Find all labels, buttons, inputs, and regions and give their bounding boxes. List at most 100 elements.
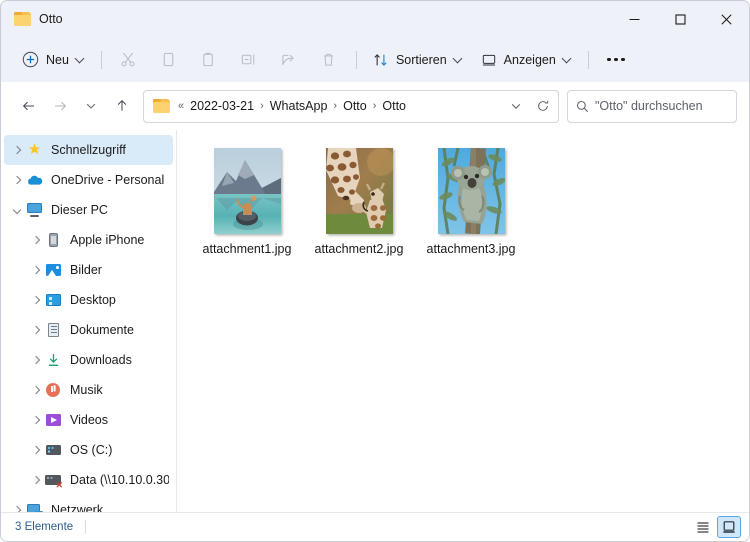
sidebar-item-dokumente[interactable]: Dokumente bbox=[4, 315, 173, 345]
breadcrumb-item-1[interactable]: WhatsApp bbox=[265, 96, 333, 116]
sidebar-item-desktop[interactable]: Desktop bbox=[4, 285, 173, 315]
refresh-button[interactable] bbox=[529, 93, 556, 120]
expand-arrow-icon[interactable] bbox=[7, 507, 26, 513]
title-bar: Otto bbox=[1, 1, 749, 37]
sidebar-item-label: Schnellzugriff bbox=[51, 143, 126, 157]
network-drive-icon: ✕ bbox=[45, 472, 63, 490]
up-button[interactable] bbox=[106, 91, 137, 122]
share-button[interactable] bbox=[269, 44, 309, 75]
thumbnail-container bbox=[207, 146, 287, 234]
list-view-button[interactable] bbox=[691, 516, 715, 538]
search-input-placeholder: "Otto" durchsuchen bbox=[595, 99, 703, 113]
download-icon bbox=[45, 352, 62, 368]
share-icon bbox=[282, 54, 295, 65]
toolbar-divider-3 bbox=[587, 50, 589, 69]
sidebar-item-data-network-drive[interactable]: ✕ Data (\\10.10.0.30) (Z bbox=[4, 465, 173, 495]
expand-arrow-icon[interactable] bbox=[7, 147, 26, 154]
network-icon bbox=[26, 502, 43, 512]
breadcrumb-item-3[interactable]: Otto bbox=[377, 96, 411, 116]
sidebar-item-netzwerk[interactable]: Netzwerk bbox=[4, 495, 173, 512]
expand-arrow-icon[interactable] bbox=[7, 177, 26, 184]
phone-icon bbox=[45, 232, 62, 248]
sidebar-item-apple-iphone[interactable]: Apple iPhone bbox=[4, 225, 173, 255]
recent-locations-button[interactable] bbox=[75, 91, 106, 122]
delete-button[interactable] bbox=[309, 44, 349, 75]
view-button-label: Anzeigen bbox=[503, 52, 556, 67]
expand-arrow-icon[interactable] bbox=[26, 447, 45, 454]
expand-arrow-icon[interactable] bbox=[26, 297, 45, 304]
explorer-body: ★ Schnellzugriff OneDrive - Personal Die… bbox=[1, 130, 749, 512]
expand-arrow-icon[interactable] bbox=[26, 327, 45, 334]
rename-button[interactable] bbox=[229, 44, 269, 75]
file-name: attachment1.jpg bbox=[202, 242, 292, 256]
breadcrumb-item-2[interactable]: Otto bbox=[338, 96, 372, 116]
expand-arrow-icon[interactable] bbox=[26, 267, 45, 274]
breadcrumb-separator: › bbox=[260, 100, 264, 112]
sidebar-item-downloads[interactable]: Downloads bbox=[4, 345, 173, 375]
sidebar-item-onedrive[interactable]: OneDrive - Personal bbox=[4, 165, 173, 195]
star-icon: ★ bbox=[27, 141, 42, 158]
title-bar-left: Otto bbox=[1, 12, 63, 26]
music-icon bbox=[45, 382, 62, 398]
collapse-arrow-icon[interactable] bbox=[7, 207, 26, 214]
status-bar: 3 Elemente bbox=[1, 512, 749, 541]
sidebar-item-label: Data (\\10.10.0.30) (Z bbox=[70, 473, 169, 487]
expand-arrow-icon[interactable] bbox=[26, 417, 45, 424]
file-name: attachment3.jpg bbox=[426, 242, 516, 256]
breadcrumb-item-0[interactable]: 2022-03-21 bbox=[185, 96, 259, 116]
minimize-button[interactable] bbox=[611, 1, 657, 37]
sidebar-item-label: Musik bbox=[70, 383, 103, 397]
sidebar-item-label: Videos bbox=[70, 413, 108, 427]
new-button[interactable]: Neu bbox=[13, 44, 94, 75]
expand-arrow-icon[interactable] bbox=[26, 477, 45, 484]
forward-button[interactable] bbox=[44, 91, 75, 122]
search-icon bbox=[576, 100, 589, 112]
sidebar-item-label: Dieser PC bbox=[51, 203, 108, 217]
close-button[interactable] bbox=[703, 1, 749, 37]
maximize-button[interactable] bbox=[657, 1, 703, 37]
koala-photo bbox=[437, 148, 505, 234]
search-box[interactable]: "Otto" durchsuchen bbox=[567, 89, 737, 123]
file-list: attachment1.jpg attachment2.jpg attachme… bbox=[177, 130, 749, 512]
navigation-pane: ★ Schnellzugriff OneDrive - Personal Die… bbox=[1, 130, 177, 512]
see-more-button[interactable] bbox=[596, 44, 636, 75]
list-item[interactable]: attachment3.jpg bbox=[415, 144, 527, 271]
expand-arrow-icon[interactable] bbox=[26, 237, 45, 244]
chevron-down-icon bbox=[563, 55, 572, 64]
list-item[interactable]: attachment1.jpg bbox=[191, 144, 303, 271]
sort-arrows-icon bbox=[374, 53, 387, 66]
expand-arrow-icon[interactable] bbox=[26, 387, 45, 394]
breadcrumb: « 2022-03-21 › WhatsApp › Otto › Otto bbox=[177, 96, 502, 116]
expand-arrow-icon[interactable] bbox=[26, 357, 45, 364]
cut-button[interactable] bbox=[109, 44, 149, 75]
sidebar-item-bilder[interactable]: Bilder bbox=[4, 255, 173, 285]
paste-button[interactable] bbox=[189, 44, 229, 75]
view-button[interactable]: Anzeigen bbox=[472, 44, 581, 75]
list-item[interactable]: attachment2.jpg bbox=[303, 144, 415, 271]
sidebar-item-label: Apple iPhone bbox=[70, 233, 145, 247]
status-divider bbox=[85, 520, 87, 534]
arrow-up-icon bbox=[117, 99, 126, 111]
copy-icon bbox=[164, 52, 174, 67]
large-icons-view-button[interactable] bbox=[717, 516, 741, 538]
address-dropdown-button[interactable] bbox=[502, 93, 529, 120]
sidebar-item-schnellzugriff[interactable]: ★ Schnellzugriff bbox=[4, 135, 173, 165]
sidebar-item-videos[interactable]: Videos bbox=[4, 405, 173, 435]
arrow-right-icon bbox=[54, 101, 66, 111]
breadcrumb-overflow[interactable]: « bbox=[177, 100, 185, 112]
sidebar-item-musik[interactable]: Musik bbox=[4, 375, 173, 405]
address-bar-row: « 2022-03-21 › WhatsApp › Otto › Otto "O… bbox=[1, 82, 749, 130]
address-bar[interactable]: « 2022-03-21 › WhatsApp › Otto › Otto bbox=[143, 89, 559, 123]
see-more-icon bbox=[607, 57, 625, 62]
copy-button[interactable] bbox=[149, 44, 189, 75]
view-toggle-group bbox=[691, 516, 741, 538]
sort-button[interactable]: Sortieren bbox=[364, 44, 472, 75]
video-icon bbox=[45, 412, 62, 428]
chevron-down-icon bbox=[76, 55, 85, 64]
computer-icon bbox=[26, 202, 43, 218]
sidebar-item-dieser-pc[interactable]: Dieser PC bbox=[4, 195, 173, 225]
window-title: Otto bbox=[39, 12, 63, 26]
sidebar-item-os-c[interactable]: OS (C:) bbox=[4, 435, 173, 465]
file-explorer-window: Otto Neu Sortieren Anzeigen « 2022-03-21… bbox=[0, 0, 750, 542]
back-button[interactable] bbox=[13, 91, 44, 122]
